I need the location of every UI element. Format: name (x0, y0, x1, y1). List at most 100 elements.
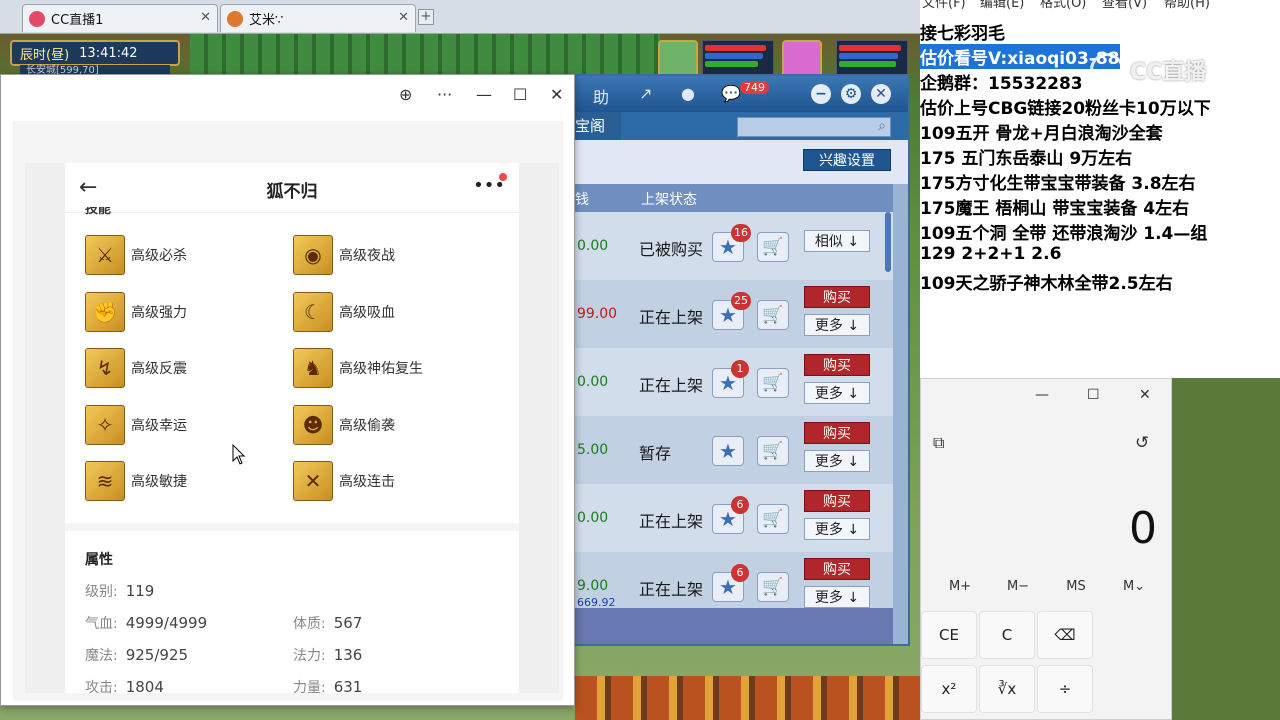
mouse-cursor-icon (232, 444, 246, 465)
browser-tab-aimi[interactable]: 艾米∵ ✕ (220, 4, 416, 32)
more-button[interactable]: 相似 ↓ (804, 230, 870, 252)
cart-icon[interactable]: 🛒 (757, 232, 789, 262)
attr-value: 567 (333, 614, 363, 632)
table-row[interactable]: 5.00 暂存 ★ 🛒 购买 更多 ↓ (557, 416, 893, 484)
table-row[interactable]: 0.00 正在上架 ★ 6 🛒 购买 更多 ↓ (557, 484, 893, 552)
new-tab-button[interactable]: + (418, 9, 434, 25)
record-icon[interactable]: ● (681, 84, 695, 103)
attr-magic: 法力: 136 (293, 645, 362, 665)
cart-icon[interactable]: 🛒 (757, 368, 789, 398)
calc-key[interactable]: ÷ (1037, 665, 1093, 713)
skill-item[interactable]: ✊ 高级强力 (85, 290, 187, 334)
calc-key[interactable]: x² (921, 665, 977, 713)
table-row[interactable]: 99.00 正在上架 ★ 25 🛒 购买 更多 ↓ (557, 280, 893, 348)
minimize-icon[interactable]: — (476, 85, 492, 104)
skill-icon: ✕ (293, 461, 333, 501)
table-row[interactable]: 0.00 已被购买 ★ 16 🛒 相似 ↓ (557, 212, 893, 280)
menu-item[interactable]: 查看(V) (1102, 0, 1147, 10)
row-price: 0.00 (577, 510, 609, 526)
memory-button[interactable]: M+ (931, 579, 989, 594)
menu-item[interactable]: 格式(O) (1040, 0, 1086, 10)
more-button[interactable]: 更多 ↓ (804, 450, 870, 472)
game-action-bar[interactable] (575, 676, 920, 720)
close-icon[interactable]: ✕ (398, 10, 409, 25)
buy-button[interactable]: 购买 (804, 354, 870, 376)
history-icon[interactable]: ↺ (1135, 433, 1149, 453)
help-icon[interactable]: 助 (593, 84, 609, 108)
tab-label: CC直播1 (51, 13, 104, 28)
memory-button[interactable]: M⌄ (1105, 579, 1163, 594)
skill-item[interactable]: ☾ 高级吸血 (293, 290, 395, 334)
attr-key: 气血: (85, 616, 118, 632)
skill-icon: ✧ (85, 405, 125, 445)
table-row[interactable]: 0.00 正在上架 ★ 1 🛒 购买 更多 ↓ (557, 348, 893, 416)
globe-icon[interactable]: ⊕ (399, 85, 412, 104)
skill-item[interactable]: ✕ 高级连击 (293, 459, 395, 503)
minimize-icon[interactable]: − (811, 84, 831, 104)
cart-icon[interactable]: 🛒 (757, 504, 789, 534)
trade-footer (557, 608, 893, 644)
trade-filter-bar: 兴趣设置 (557, 140, 908, 184)
cart-icon[interactable]: 🛒 (757, 572, 789, 602)
text-line: 接七彩羽毛 (920, 24, 1005, 44)
row-status: 正在上架 (639, 580, 704, 599)
close-icon[interactable]: ✕ (871, 84, 891, 104)
more-button[interactable]: 更多 ↓ (804, 382, 870, 404)
trade-tab-row: 宝阁 ⌕ (557, 112, 908, 140)
buy-button[interactable]: 购买 (804, 490, 870, 512)
scrollbar-thumb[interactable] (885, 212, 891, 272)
browser-tab-cc-live[interactable]: CC直播1 ✕ (22, 4, 218, 32)
minimize-icon[interactable]: — (1035, 387, 1049, 403)
skill-item[interactable]: ♞ 高级神佑复生 (293, 346, 423, 390)
calc-key[interactable]: ∛x (979, 665, 1035, 713)
skill-item[interactable]: ☻ 高级偷袭 (293, 403, 395, 447)
search-icon[interactable]: ⌕ (878, 118, 886, 134)
close-icon[interactable]: ✕ (200, 10, 211, 25)
keep-on-top-icon[interactable]: ⧉ (933, 433, 944, 453)
pet-detail-window: ⊕ ··· — ☐ ✕ ← 狐不归 ••• 技能 ⚔ 高级必杀 ◉ 高级夜战 ✊ 高级强力… (0, 74, 575, 706)
attr-level: 级别: 119 (85, 581, 154, 601)
more-button[interactable]: 更多 ↓ (804, 586, 870, 608)
favorite-star-icon[interactable]: ★ (712, 436, 744, 466)
maximize-icon[interactable]: ☐ (1087, 387, 1100, 403)
calculator-titlebar: — ☐ ✕ (921, 379, 1171, 415)
close-icon[interactable]: ✕ (550, 85, 563, 104)
skill-item[interactable]: ✧ 高级幸运 (85, 403, 187, 447)
memory-button[interactable]: MS (1047, 579, 1105, 594)
skill-label: 高级幸运 (131, 418, 187, 434)
menu-item[interactable]: 编辑(E) (980, 0, 1024, 10)
skill-item[interactable]: ⚔ 高级必杀 (85, 233, 187, 277)
tab-label: 艾米∵ (249, 13, 284, 28)
row-price: 5.00 (577, 442, 609, 458)
maximize-icon[interactable]: ☐ (513, 85, 527, 104)
interest-settings-button[interactable]: 兴趣设置 (803, 149, 891, 171)
calc-key[interactable]: CE (921, 611, 977, 659)
buy-button[interactable]: 购买 (804, 286, 870, 308)
buy-button[interactable]: 购买 (804, 558, 870, 580)
message-icon[interactable]: 💬 (721, 84, 741, 103)
memory-button[interactable]: M− (989, 579, 1047, 594)
share-icon[interactable]: ↗ (639, 84, 652, 103)
more-options-icon[interactable]: ··· (437, 85, 452, 104)
calc-key[interactable]: ⌫ (1037, 611, 1093, 659)
cart-icon[interactable]: 🛒 (757, 300, 789, 330)
buy-button[interactable]: 购买 (804, 422, 870, 444)
menu-item[interactable]: 帮助(H) (1164, 0, 1210, 10)
more-button[interactable]: 更多 ↓ (804, 518, 870, 540)
window-content: ← 狐不归 ••• 技能 ⚔ 高级必杀 ◉ 高级夜战 ✊ 高级强力 ☾ 高级吸血 ↯ 高级反震 ♞ 高… (13, 121, 563, 701)
skill-icon: ✊ (85, 292, 125, 332)
settings-icon[interactable]: ⚙ (841, 84, 861, 104)
skill-item[interactable]: ◉ 高级夜战 (293, 233, 395, 277)
tab-treasure-pavilion[interactable]: 宝阁 (575, 112, 621, 140)
close-icon[interactable]: ✕ (1139, 387, 1151, 403)
trade-search-input[interactable]: ⌕ (737, 117, 891, 137)
calc-key[interactable]: C (979, 611, 1035, 659)
table-row[interactable]: 9.00 669.92 正在上架 ★ 6 🛒 购买 更多 ↓ (557, 552, 893, 608)
skill-item[interactable]: ≋ 高级敏捷 (85, 459, 187, 503)
row-price: 0.00 (577, 374, 609, 390)
menu-item[interactable]: 文件(F) (922, 0, 966, 10)
text-line: 109天之骄子神木林全带2.5左右 (920, 274, 1173, 294)
cart-icon[interactable]: 🛒 (757, 436, 789, 466)
more-button[interactable]: 更多 ↓ (804, 314, 870, 336)
skill-item[interactable]: ↯ 高级反震 (85, 346, 187, 390)
